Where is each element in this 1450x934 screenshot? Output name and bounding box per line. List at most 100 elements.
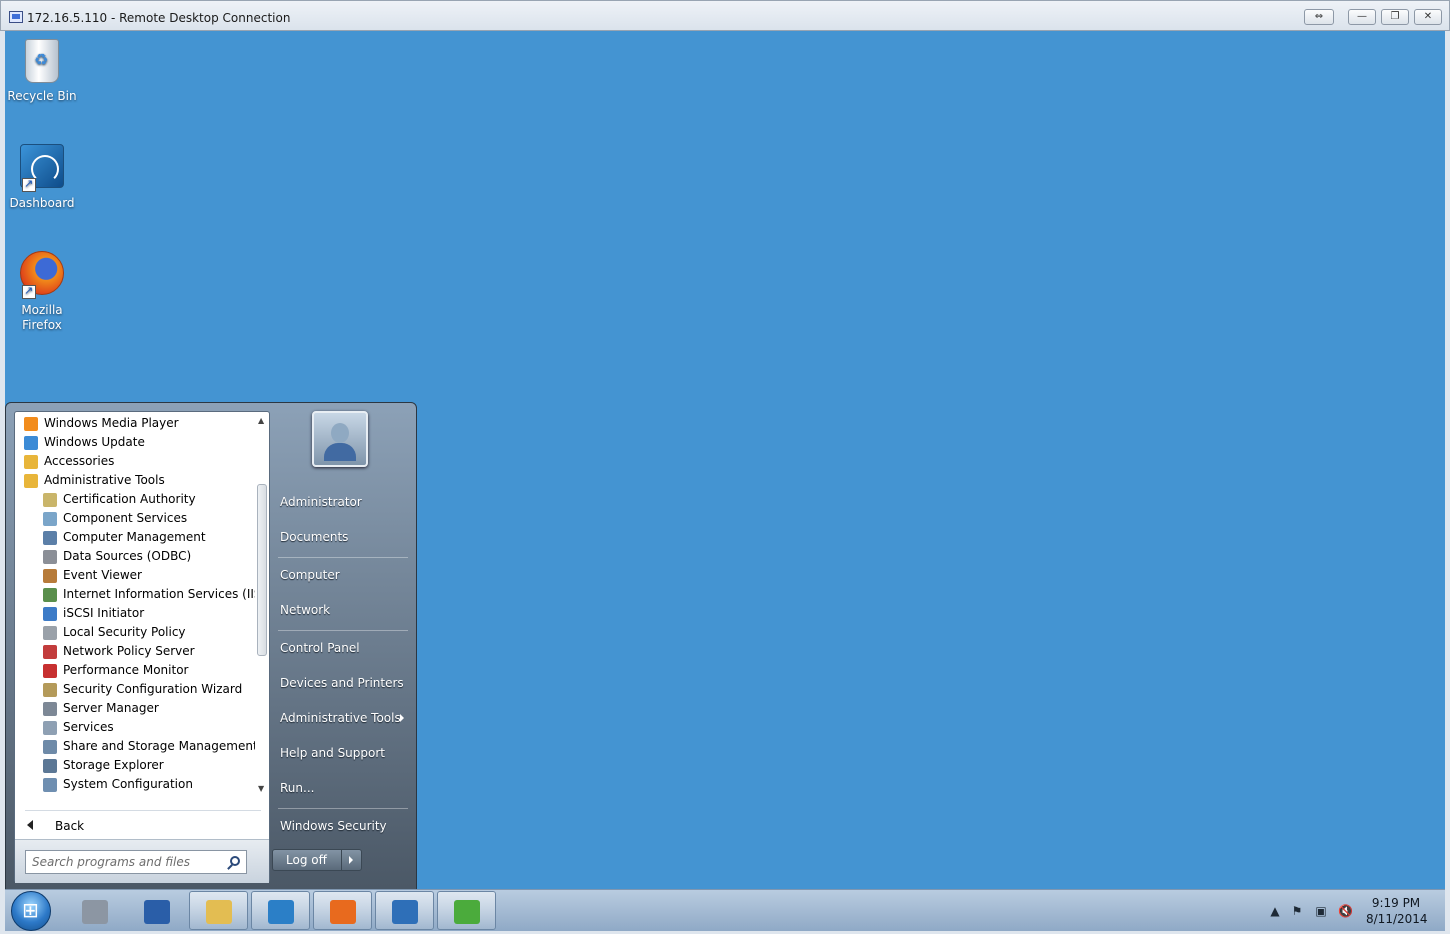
data-sources-icon [43, 550, 57, 564]
scroll-down-icon[interactable]: ▼ [258, 784, 264, 793]
submenu-arrow-icon [400, 714, 404, 722]
program-label: Event Viewer [63, 568, 142, 582]
desktop-icon-dashboard[interactable]: Dashboard [5, 144, 79, 211]
program-label: Windows Media Player [44, 416, 179, 430]
program-label: Share and Storage Management [63, 739, 255, 753]
back-arrow-icon [27, 820, 33, 830]
start-item-run[interactable]: Run... [280, 777, 314, 799]
connection-bar-button[interactable]: ⇔ [1304, 9, 1334, 25]
server-manager-icon [82, 900, 108, 924]
system-configuration-icon [43, 778, 57, 792]
maximize-button[interactable]: ❐ [1381, 9, 1409, 25]
user-avatar[interactable] [312, 411, 368, 467]
back-label: Back [55, 819, 85, 833]
log-off-label: Log off [286, 853, 327, 867]
rdp-title-bar[interactable]: 172.16.5.110 - Remote Desktop Connection… [0, 0, 1450, 31]
start-menu-right-pane: Administrator Documents Computer Network… [272, 411, 412, 883]
sync-arrows-icon [454, 900, 480, 924]
program-label: Certification Authority [63, 492, 196, 506]
shortcut-arrow-icon [22, 176, 36, 192]
notification-area: ▲ ⚑ ▣ 🔇 9:19 PM 8/11/2014 [1262, 890, 1442, 932]
clock-date: 8/11/2014 [1366, 912, 1428, 926]
program-label: Services [63, 720, 114, 734]
start-item-help-and-support[interactable]: Help and Support [280, 742, 385, 764]
remote-desktop-icon [9, 11, 23, 23]
taskbar-button[interactable] [375, 891, 434, 930]
start-item-documents[interactable]: Documents [280, 526, 348, 548]
recycle-bin-icon [25, 39, 59, 83]
start-item-network[interactable]: Network [280, 599, 330, 621]
log-off-button[interactable]: Log off [272, 849, 362, 871]
component-services-icon [43, 512, 57, 526]
event-viewer-icon [43, 569, 57, 583]
folder-icon [24, 474, 38, 488]
search-icon[interactable] [230, 856, 240, 866]
volume-muted-icon[interactable]: 🔇 [1338, 904, 1353, 918]
taskbar-button[interactable] [127, 891, 186, 930]
storage-management-icon [43, 740, 57, 754]
program-label: Data Sources (ODBC) [63, 549, 192, 563]
back-button[interactable]: Back [25, 810, 261, 836]
divider [278, 808, 408, 809]
all-programs-list[interactable]: Windows Media Player Windows Update Access… [15, 412, 255, 804]
network-icon[interactable]: ▣ [1314, 904, 1328, 918]
minimize-button[interactable]: — [1348, 9, 1376, 25]
taskbar-button[interactable] [65, 891, 124, 930]
close-button[interactable]: ✕ [1414, 9, 1442, 25]
shortcut-arrow-icon [22, 283, 36, 299]
window-title: 172.16.5.110 - Remote Desktop Connection [27, 11, 291, 25]
iis-icon [43, 588, 57, 602]
performance-monitor-icon [43, 664, 57, 678]
start-item-devices-and-printers[interactable]: Devices and Printers [280, 672, 404, 694]
program-label: Performance Monitor [63, 663, 189, 677]
iscsi-icon [43, 607, 57, 621]
clock[interactable]: 9:19 PM 8/11/2014 [1366, 895, 1428, 927]
desktop-icon-recycle-bin[interactable]: Recycle Bin [5, 37, 79, 104]
program-label: System Configuration [63, 777, 193, 791]
search-input[interactable]: Search programs and files [25, 850, 247, 874]
start-item-administrative-tools[interactable]: Administrative Tools [280, 707, 401, 729]
start-item-administrator[interactable]: Administrator [280, 491, 362, 513]
program-label: Network Policy Server [63, 644, 195, 658]
shutdown-options-arrow-icon[interactable] [341, 850, 361, 870]
taskbar-button[interactable] [437, 891, 496, 930]
start-item-control-panel[interactable]: Control Panel [280, 637, 360, 659]
show-hidden-icons-icon[interactable]: ▲ [1268, 904, 1282, 918]
desktop-icon-label: Dashboard [9, 196, 75, 210]
firefox-icon [330, 900, 356, 924]
program-label: iSCSI Initiator [63, 606, 145, 620]
desktop-icon-label: Recycle Bin [7, 89, 77, 103]
program-label: Internet Information Services (IIS) M [63, 587, 255, 601]
program-label: Security Configuration Wizard [63, 682, 243, 696]
app-building-icon [392, 900, 418, 924]
desktop-icon-label: Mozilla Firefox [21, 303, 63, 332]
program-label: Windows Update [44, 435, 145, 449]
action-center-flag-icon[interactable]: ⚑ [1290, 904, 1304, 918]
windows-update-icon [24, 436, 38, 450]
windows-media-player-icon [24, 417, 38, 431]
scrollbar-thumb[interactable] [257, 484, 267, 656]
taskbar-button[interactable] [189, 891, 248, 930]
programs-pane: Windows Media Player Windows Update Access… [14, 411, 270, 883]
taskbar: ▲ ⚑ ▣ 🔇 9:19 PM 8/11/2014 [5, 889, 1445, 931]
program-label: Local Security Policy [63, 625, 186, 639]
network-policy-icon [43, 645, 57, 659]
dashboard-icon [268, 900, 294, 924]
clock-time: 9:19 PM [1371, 896, 1421, 910]
program-label: Administrative Tools [44, 473, 165, 487]
start-item-windows-security[interactable]: Windows Security [280, 815, 387, 837]
divider [278, 630, 408, 631]
start-item-computer[interactable]: Computer [280, 564, 340, 586]
taskbar-button[interactable] [313, 891, 372, 930]
desktop-icon-firefox[interactable]: Mozilla Firefox [5, 251, 79, 333]
program-label: Storage Explorer [63, 758, 164, 772]
program-label: Accessories [44, 454, 115, 468]
scroll-up-icon[interactable]: ▲ [258, 416, 264, 425]
folder-icon [24, 455, 38, 469]
security-policy-icon [43, 626, 57, 640]
start-button[interactable] [11, 891, 51, 931]
programs-scrollbar[interactable]: ▲ ▼ [255, 414, 269, 798]
divider [278, 557, 408, 558]
taskbar-button[interactable] [251, 891, 310, 930]
computer-management-icon [43, 531, 57, 545]
